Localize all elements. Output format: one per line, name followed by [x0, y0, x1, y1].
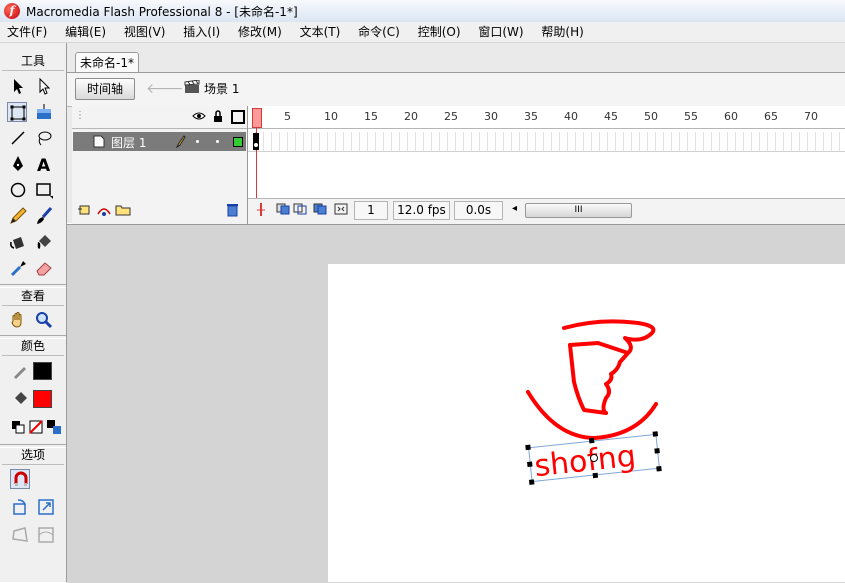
stage-artwork[interactable]: shofng: [0, 0, 845, 582]
text-transform-box[interactable]: shofng: [525, 431, 662, 485]
transform-pivot-point[interactable]: [590, 454, 598, 462]
logo-stroke-brow[interactable]: [568, 341, 630, 355]
logo-stroke-face[interactable]: [568, 343, 608, 415]
logo-stroke-arc[interactable]: [526, 390, 658, 441]
